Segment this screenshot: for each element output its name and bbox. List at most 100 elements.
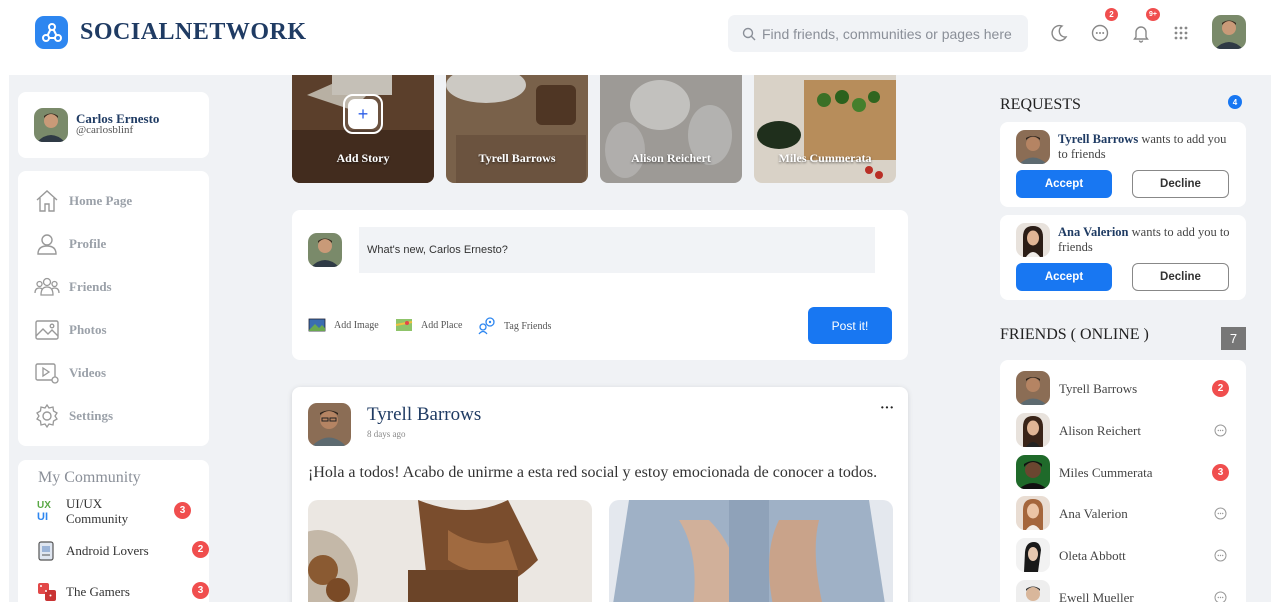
- image-icon: [308, 318, 326, 332]
- sidebar-item-label: Friends: [69, 279, 112, 294]
- friends-count-badge: 7: [1221, 327, 1246, 350]
- logo-text[interactable]: SOCIALNETWORK: [80, 19, 307, 46]
- profile-card[interactable]: Carlos Ernesto @carlosblinf: [18, 92, 209, 158]
- chat-icon[interactable]: [1214, 507, 1227, 520]
- bell-icon[interactable]: [1130, 22, 1152, 44]
- avatar[interactable]: [308, 403, 351, 446]
- post-input[interactable]: What's new, Carlos Ernesto?: [359, 227, 875, 273]
- add-image-button[interactable]: Add Image: [308, 317, 379, 333]
- android-lovers-icon: [38, 541, 54, 561]
- community-card: My Community UX UI UI/UX Community 3 Andr…: [18, 460, 209, 602]
- photos-icon: [35, 320, 59, 340]
- accept-button[interactable]: Accept: [1016, 263, 1112, 291]
- friend-item[interactable]: Alison Reichert: [1016, 413, 1236, 447]
- decline-button[interactable]: Decline: [1132, 170, 1229, 198]
- avatar[interactable]: [34, 108, 68, 142]
- avatar: [1016, 580, 1050, 602]
- community-badge: 2: [192, 541, 209, 558]
- svg-text:UI: UI: [37, 511, 48, 522]
- story-photo: [446, 75, 588, 183]
- friend-item[interactable]: Ewell Mueller: [1016, 580, 1236, 602]
- sidebar-item-settings[interactable]: Settings: [34, 402, 194, 430]
- add-place-button[interactable]: Add Place: [395, 317, 462, 333]
- friend-name: Miles Cummerata: [1059, 465, 1153, 480]
- community-label: The Gamers: [66, 584, 130, 599]
- request-name[interactable]: Ana Valerion: [1058, 225, 1129, 239]
- sidebar-item-friends[interactable]: Friends: [34, 273, 194, 301]
- user-icon: [37, 234, 57, 255]
- add-image-label: Add Image: [334, 319, 379, 331]
- sidebar-item-label: Photos: [69, 322, 107, 337]
- avatar: [1016, 455, 1050, 489]
- sidebar-item-home[interactable]: Home Page: [34, 187, 194, 215]
- more-options-button[interactable]: ···: [880, 401, 894, 417]
- sidebar-item-label: Settings: [69, 408, 114, 423]
- story-card[interactable]: Miles Cummerata: [754, 75, 896, 183]
- community-badge: 3: [192, 582, 209, 599]
- story-photo: [754, 75, 896, 183]
- community-title: My Community: [38, 469, 141, 486]
- logo-icon[interactable]: [35, 16, 68, 49]
- search-icon: [742, 27, 756, 40]
- community-item[interactable]: Android Lovers 2: [36, 541, 209, 563]
- messages-icon[interactable]: [1089, 22, 1111, 44]
- notifications-badge: 9+: [1146, 8, 1160, 21]
- apps-grid-icon[interactable]: [1170, 22, 1192, 44]
- add-place-label: Add Place: [421, 319, 463, 331]
- friends-icon: [34, 277, 60, 296]
- sidebar-item-videos[interactable]: Videos: [34, 359, 194, 387]
- post-author[interactable]: Tyrell Barrows: [367, 404, 481, 426]
- moon-icon[interactable]: [1048, 22, 1070, 44]
- uiux-icon: UXUI: [37, 500, 51, 522]
- friend-item[interactable]: Miles Cummerata 3: [1016, 455, 1236, 489]
- search-bar[interactable]: Find friends, communities or pages here: [728, 15, 1028, 52]
- sidebar-item-label: Profile: [69, 236, 107, 251]
- community-item[interactable]: UX UI UI/UX Community 3: [36, 496, 206, 526]
- settings-icon: [36, 403, 58, 429]
- chat-icon[interactable]: [1214, 424, 1227, 437]
- post-image[interactable]: [308, 500, 592, 602]
- map-icon: [395, 319, 413, 331]
- unread-badge: 2: [1212, 380, 1229, 397]
- friend-item[interactable]: Ana Valerion: [1016, 496, 1236, 530]
- post-image[interactable]: [609, 500, 893, 602]
- accept-button[interactable]: Accept: [1016, 170, 1112, 198]
- story-card[interactable]: Tyrell Barrows: [446, 75, 588, 183]
- requests-title: REQUESTS: [1000, 96, 1081, 113]
- add-story-button[interactable]: +: [343, 94, 383, 134]
- story-photo: [600, 75, 742, 183]
- friend-item[interactable]: Oleta Abbott: [1016, 538, 1236, 572]
- request-message: Tyrell Barrows wants to add you to frien…: [1058, 132, 1227, 161]
- tag-friends-button[interactable]: Tag Friends: [478, 317, 551, 335]
- sidebar-item-profile[interactable]: Profile: [34, 230, 194, 258]
- post-text: ¡Hola a todos! Acabo de unirme a esta re…: [308, 464, 878, 481]
- friend-name: Oleta Abbott: [1059, 548, 1126, 563]
- friend-name: Ewell Mueller: [1059, 590, 1134, 602]
- sidebar-item-photos[interactable]: Photos: [34, 316, 194, 344]
- avatar[interactable]: [1016, 130, 1050, 164]
- decline-button[interactable]: Decline: [1132, 263, 1229, 291]
- avatar: [1016, 538, 1050, 572]
- request-message: Ana Valerion wants to add you to friends: [1058, 225, 1230, 254]
- sidebar-nav: Home Page Profile Friends Photos Videos …: [18, 171, 209, 446]
- avatar[interactable]: [1016, 223, 1050, 257]
- chat-icon[interactable]: [1214, 549, 1227, 562]
- story-add[interactable]: + Add Story: [292, 75, 434, 183]
- unread-badge: 3: [1212, 464, 1229, 481]
- home-icon: [36, 190, 58, 212]
- search-input[interactable]: Find friends, communities or pages here: [762, 26, 1012, 42]
- story-card[interactable]: Alison Reichert: [600, 75, 742, 183]
- story-name: Miles Cummerata: [778, 151, 872, 165]
- post-button[interactable]: Post it!: [808, 307, 892, 344]
- post-composer: What's new, Carlos Ernesto? Add Image Ad…: [292, 210, 908, 360]
- avatar: [1016, 371, 1050, 405]
- friend-item[interactable]: Tyrell Barrows 2: [1016, 371, 1236, 405]
- avatar: [308, 233, 342, 267]
- community-item[interactable]: The Gamers 3: [36, 582, 209, 602]
- story-name: Alison Reichert: [631, 151, 711, 165]
- chat-icon[interactable]: [1214, 591, 1227, 602]
- story-name: Add Story: [336, 151, 390, 165]
- request-name[interactable]: Tyrell Barrows: [1058, 132, 1138, 146]
- plus-icon: +: [348, 99, 378, 129]
- avatar[interactable]: [1212, 15, 1246, 49]
